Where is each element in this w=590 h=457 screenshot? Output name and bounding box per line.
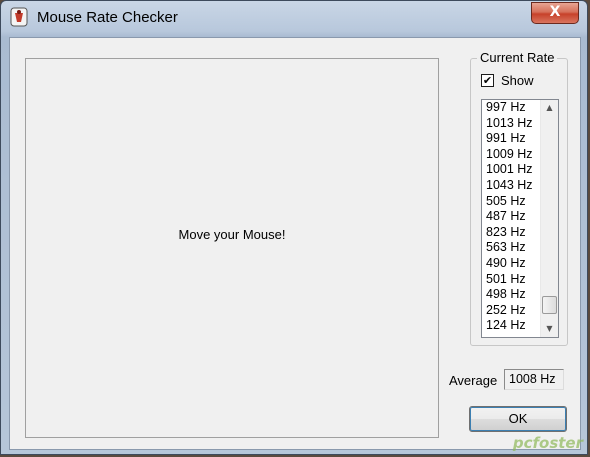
rate-list-items: 997 Hz 1013 Hz 991 Hz 1009 Hz 1001 Hz 1043 Hz… <box>482 100 540 334</box>
mouse-tracking-area[interactable]: Move your Mouse! <box>25 58 439 438</box>
rate-list-item[interactable]: 823 Hz <box>482 225 540 241</box>
vertical-scrollbar[interactable]: ▲ ▼ <box>540 100 558 337</box>
current-rate-group: Current Rate ✔ Show 997 Hz 1013 Hz 991 Hz 1… <box>470 50 568 346</box>
watermark-logo: pcfoster <box>512 434 583 452</box>
average-label: Average <box>449 373 498 388</box>
rate-list-item[interactable]: 124 Hz <box>482 318 540 334</box>
rate-list-item[interactable]: 487 Hz <box>482 209 540 225</box>
scroll-up-icon[interactable]: ▲ <box>541 100 558 116</box>
ok-button[interactable]: OK <box>469 406 567 432</box>
average-value-field: 1008 Hz <box>504 369 564 390</box>
rate-list-item[interactable]: 498 Hz <box>482 287 540 303</box>
rate-list-item[interactable]: 563 Hz <box>482 240 540 256</box>
show-checkbox[interactable]: ✔ <box>481 74 494 87</box>
window-title: Mouse Rate Checker <box>37 9 178 26</box>
rate-list-item[interactable]: 997 Hz <box>482 100 540 116</box>
client-area: Move your Mouse! Current Rate ✔ Show 997… <box>9 37 581 450</box>
rate-list-item[interactable]: 1001 Hz <box>482 162 540 178</box>
rate-list-item[interactable]: 252 Hz <box>482 303 540 319</box>
close-button[interactable]: X <box>531 2 579 24</box>
mouse-rate-checker-window: Mouse Rate Checker X Move your Mouse! Cu… <box>0 0 588 455</box>
rate-list-item[interactable]: 1013 Hz <box>482 116 540 132</box>
mouse-app-icon <box>10 7 28 27</box>
rate-list-item[interactable]: 505 Hz <box>482 194 540 210</box>
rate-list-item[interactable]: 991 Hz <box>482 131 540 147</box>
rate-listbox[interactable]: 997 Hz 1013 Hz 991 Hz 1009 Hz 1001 Hz 1043 Hz… <box>481 99 559 338</box>
current-rate-title: Current Rate <box>477 50 558 65</box>
rate-list-item[interactable]: 1009 Hz <box>482 147 540 163</box>
rate-list-item[interactable]: 490 Hz <box>482 256 540 272</box>
show-label[interactable]: Show <box>501 73 534 88</box>
rate-list-item[interactable]: 501 Hz <box>482 272 540 288</box>
title-bar[interactable]: Mouse Rate Checker X <box>1 1 587 35</box>
scroll-down-icon[interactable]: ▼ <box>541 321 558 337</box>
move-mouse-message: Move your Mouse! <box>178 227 286 242</box>
rate-list-item[interactable]: 1043 Hz <box>482 178 540 194</box>
scroll-thumb[interactable] <box>542 296 557 314</box>
